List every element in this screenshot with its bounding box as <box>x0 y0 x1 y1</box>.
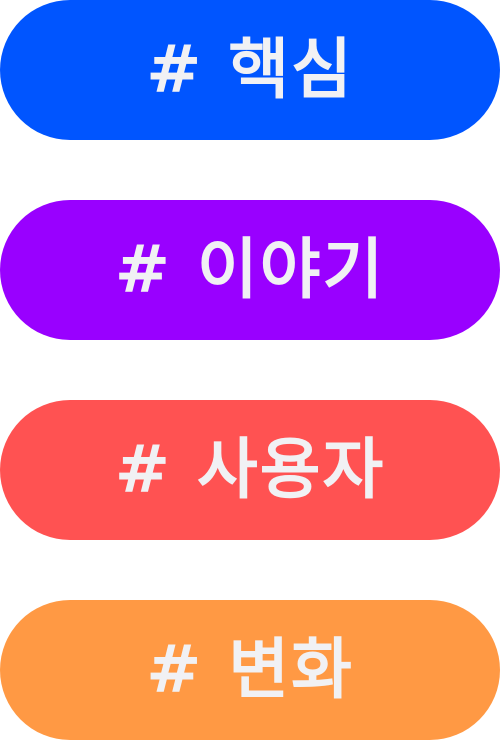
tag-button-core[interactable]: # 핵심 <box>0 0 500 140</box>
tag-button-user[interactable]: # 사용자 <box>0 400 500 540</box>
tag-label: # 사용자 <box>114 431 386 508</box>
hashtag-list: # 핵심 # 이야기 # 사용자 # 변화 <box>0 0 500 740</box>
tag-button-change[interactable]: # 변화 <box>0 600 500 740</box>
tag-button-story[interactable]: # 이야기 <box>0 200 500 340</box>
tag-label: # 핵심 <box>146 31 354 108</box>
tag-label: # 이야기 <box>114 231 386 308</box>
tag-label: # 변화 <box>146 631 354 708</box>
